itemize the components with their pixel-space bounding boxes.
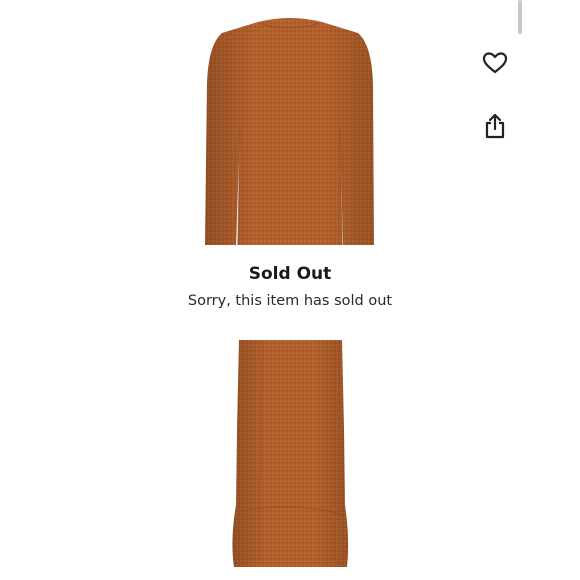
sold-out-message: Sorry, this item has sold out	[187, 293, 393, 309]
sold-out-title: Sold Out	[248, 264, 332, 284]
scrollbar-thumb[interactable]	[518, 0, 522, 34]
like-button[interactable]	[480, 48, 510, 78]
dress-lower	[232, 339, 349, 567]
share-button[interactable]	[480, 111, 510, 141]
share-icon	[485, 113, 505, 139]
scrollbar[interactable]	[517, 0, 523, 36]
heart-icon	[482, 52, 508, 74]
dress-upper	[205, 18, 374, 246]
